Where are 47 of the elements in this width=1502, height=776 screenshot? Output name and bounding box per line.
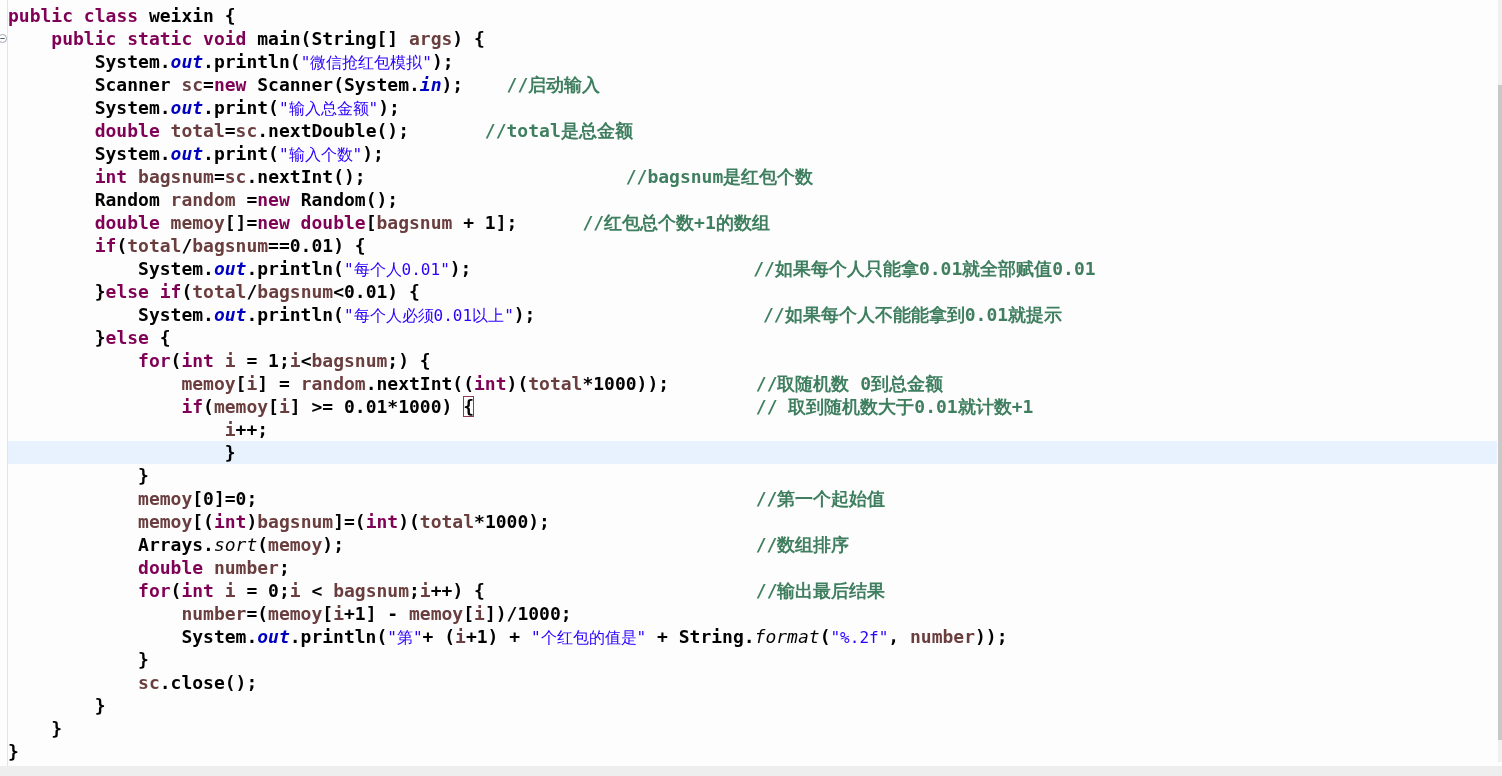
code-text: double total=sc.nextDouble(); bbox=[93, 120, 409, 141]
code-comment: //启动输入 bbox=[505, 74, 601, 95]
code-text: Scanner sc=new Scanner(System.in); bbox=[93, 74, 464, 95]
code-text: } bbox=[137, 465, 149, 486]
code-text: System.out.println("每个人必须0.01以上"); bbox=[137, 304, 536, 325]
code-editor[interactable] bbox=[0, 0, 1502, 776]
code-comment: //如果每个人不能能拿到0.01就提示 bbox=[762, 304, 1063, 325]
code-text: System.out.println("微信抢红包模拟"); bbox=[93, 51, 454, 72]
code-text: int bagsnum=sc.nextInt(); bbox=[93, 166, 366, 187]
code-comment: // 取到随机数大于0.01就计数+1 bbox=[754, 396, 1034, 417]
code-comment: //取随机数 0到总金额 bbox=[754, 373, 944, 394]
code-text: }else { bbox=[93, 327, 171, 348]
code-text: public class weixin { bbox=[8, 5, 236, 26]
code-text: } bbox=[93, 695, 106, 716]
code-text: } bbox=[223, 442, 236, 463]
code-text: System.out.print("输入总金额"); bbox=[93, 97, 400, 118]
code-text: memoy[0]=0; bbox=[137, 488, 258, 509]
code-text: i++; bbox=[223, 419, 269, 440]
code-comment: //如果每个人只能拿0.01就全部赋值0.01 bbox=[752, 258, 1096, 279]
code-text: sc.close(); bbox=[137, 672, 258, 693]
code-comment: //bagsnum是红包个数 bbox=[624, 166, 814, 187]
code-text: number=(memoy[i+1] - memoy[i])/1000; bbox=[180, 603, 572, 624]
code-comment: //红包总个数+1的数组 bbox=[581, 212, 770, 233]
code-text: }else if(total/bagsnum<0.01) { bbox=[93, 281, 420, 302]
code-comment: //数组排序 bbox=[754, 534, 850, 555]
code-text: double number; bbox=[137, 557, 290, 578]
code-text: System.out.println("第"+ (i+1) + "个红包的值是" + String.format("%.2f", number)); bbox=[180, 626, 1008, 647]
horizontal-scrollbar[interactable] bbox=[0, 766, 1502, 776]
code-text: memoy[i] = random.nextInt((int)(total*1000)); bbox=[180, 373, 670, 394]
collapse-icon[interactable] bbox=[0, 34, 7, 43]
code-text: System.out.println("每个人0.01"); bbox=[137, 258, 472, 279]
code-text: memoy[(int)bagsnum]=(int)(total*1000); bbox=[137, 511, 550, 532]
code-comment: //输出最后结果 bbox=[754, 580, 886, 601]
code-comment: //total是总金额 bbox=[483, 120, 633, 141]
code-text: } bbox=[50, 718, 63, 739]
code-text: Random random =new Random(); bbox=[93, 189, 399, 210]
code-text: Arrays.sort(memoy); bbox=[137, 534, 344, 555]
code-text: if(memoy[i] >= 0.01*1000) { bbox=[180, 396, 475, 417]
code-text: System.out.print("输入个数"); bbox=[93, 143, 384, 164]
code-text: for(int i = 1;i<bagsnum;) { bbox=[137, 350, 431, 371]
code-text: if(total/bagsnum==0.01) { bbox=[93, 235, 366, 256]
code-comment: //第一个起始值 bbox=[754, 488, 886, 509]
code-text: } bbox=[8, 741, 19, 762]
code-text: } bbox=[137, 649, 149, 670]
code-text: public static void main(String[] args) { bbox=[50, 28, 485, 49]
code-text: double memoy[]=new double[bagsnum + 1]; bbox=[93, 212, 518, 233]
code-text: for(int i = 0;i < bagsnum;i++) { bbox=[137, 580, 485, 601]
